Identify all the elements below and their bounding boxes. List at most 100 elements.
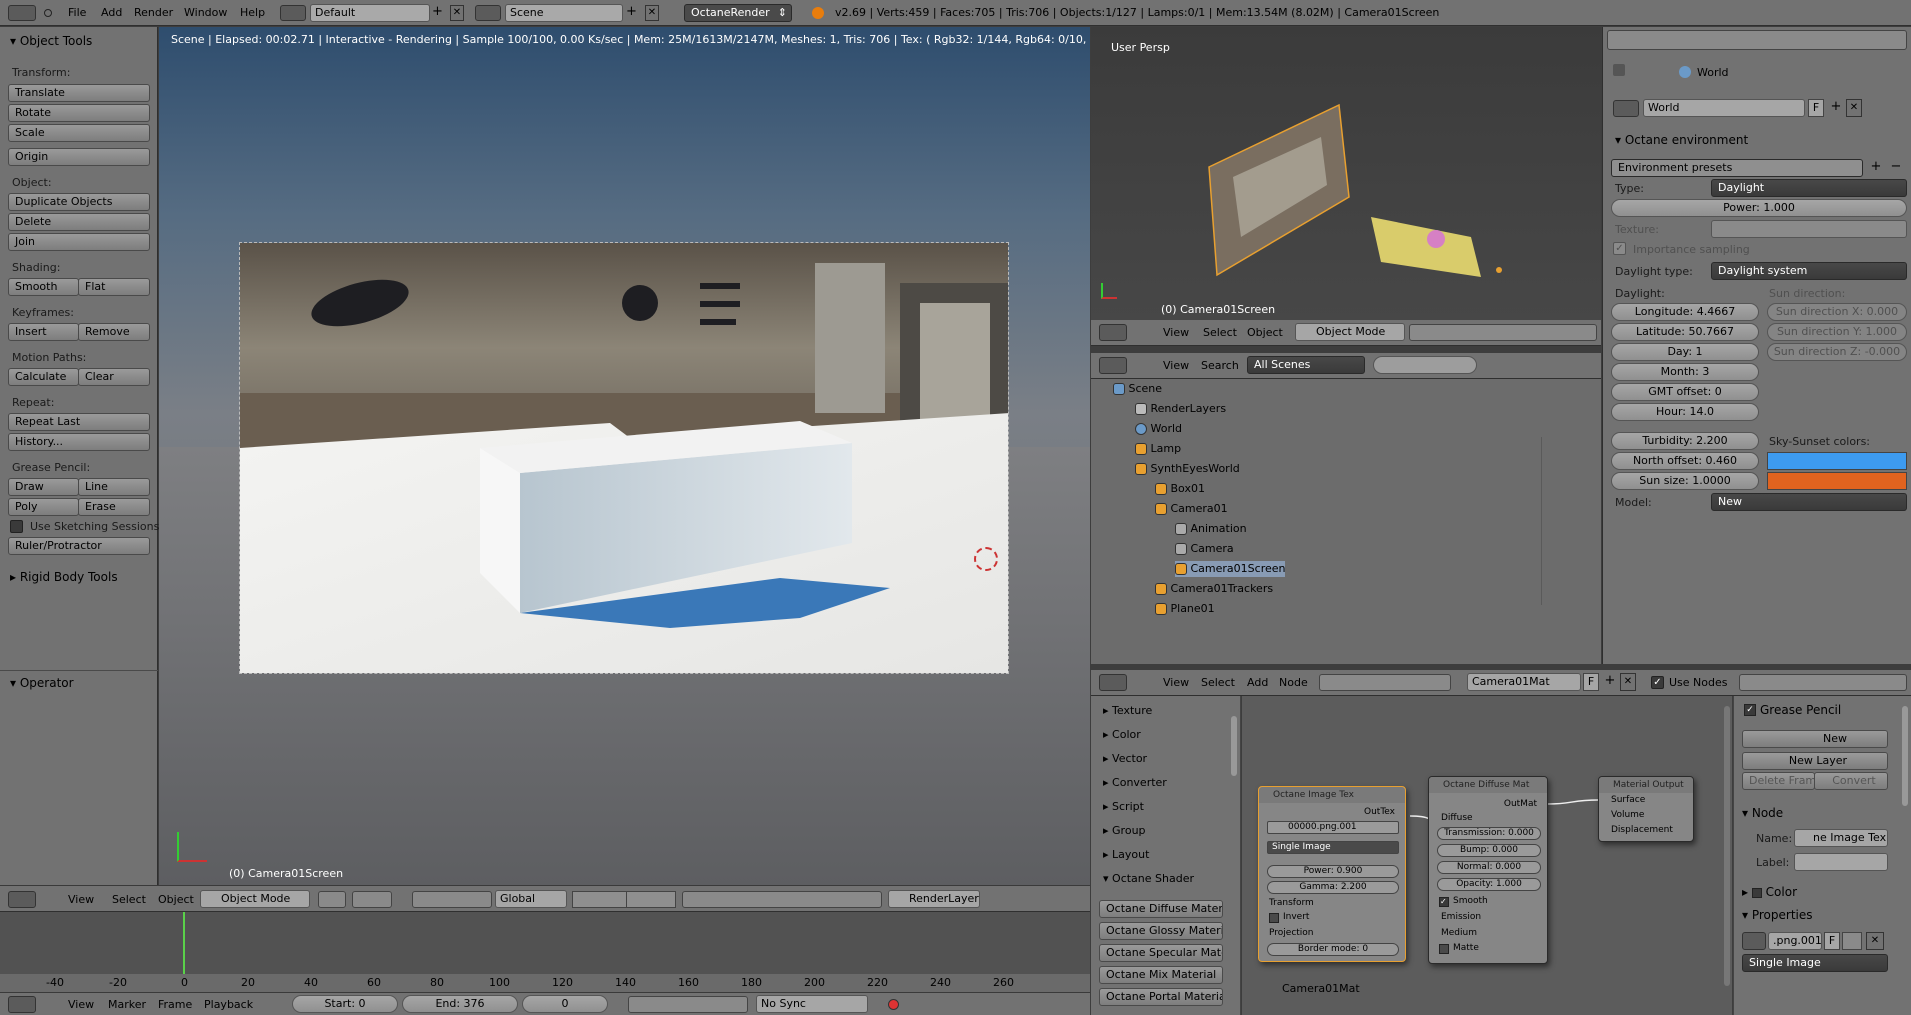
bump-field[interactable]: Bump: 0.000	[1437, 844, 1541, 857]
octane-diffuse-button[interactable]: Octane Diffuse Material	[1099, 900, 1223, 918]
image-mode-dropdown[interactable]: Single Image	[1742, 954, 1888, 972]
scale-button[interactable]: Scale	[8, 124, 150, 142]
cursor-3d-icon[interactable]	[974, 547, 998, 571]
outliner-item-syntheyesworld[interactable]: SynthEyesWorld	[1135, 461, 1240, 477]
border-mode-field[interactable]: Border mode: 0	[1267, 943, 1399, 956]
material-fake-user[interactable]: F	[1583, 673, 1599, 691]
start-frame-field[interactable]: Start: 0	[292, 995, 398, 1013]
pivot-icon[interactable]	[352, 891, 392, 908]
persp-menu-select[interactable]: Select	[1203, 326, 1237, 339]
menu-select[interactable]: Select	[112, 893, 146, 906]
sky-color-swatch[interactable]	[1767, 452, 1907, 470]
day-field[interactable]: Day: 1	[1611, 343, 1759, 361]
ruler-button[interactable]: Ruler/Protractor	[8, 537, 150, 555]
layers-grid-2[interactable]	[626, 891, 676, 908]
remove-keyframe-button[interactable]: Remove	[78, 323, 150, 341]
manipulator-icon[interactable]	[412, 891, 492, 908]
outliner-item-renderlayers[interactable]: RenderLayers	[1135, 401, 1226, 417]
outliner-item-scene[interactable]: Scene	[1113, 381, 1162, 397]
image-mode-select[interactable]: Single Image	[1267, 841, 1399, 854]
texture-field[interactable]	[1711, 220, 1907, 238]
editor-type-icon[interactable]	[8, 891, 36, 908]
category-color[interactable]: ▸ Color	[1103, 728, 1141, 741]
node-name-field[interactable]: ne Image Tex	[1794, 829, 1888, 847]
layout-icon[interactable]	[280, 5, 306, 21]
node-section-header[interactable]: ▾ Node	[1742, 806, 1783, 820]
node-menu-node[interactable]: Node	[1279, 676, 1308, 689]
erase-button[interactable]: Erase	[78, 498, 150, 516]
material-unlink-icon[interactable]: ✕	[1620, 673, 1636, 691]
category-vector[interactable]: ▸ Vector	[1103, 752, 1147, 765]
add-preset-icon[interactable]: +	[1867, 159, 1885, 177]
world-datablock-icon[interactable]	[1613, 100, 1639, 117]
node-menu-add[interactable]: Add	[1247, 676, 1268, 689]
octane-glossy-button[interactable]: Octane Glossy Material	[1099, 922, 1223, 940]
image-file-name-field[interactable]: .png.001	[1768, 932, 1822, 950]
outliner-search-input[interactable]	[1373, 356, 1477, 374]
add-scene-icon[interactable]: +	[626, 5, 640, 21]
renderlayer-field[interactable]: RenderLayer	[888, 890, 980, 908]
power-node-field[interactable]: Power: 0.900	[1267, 865, 1399, 878]
grease-new-button[interactable]: New	[1742, 730, 1888, 748]
remove-preset-icon[interactable]: −	[1887, 159, 1905, 177]
history-button[interactable]: History...	[8, 433, 150, 451]
shading-icon[interactable]	[318, 891, 346, 908]
close-scene-icon[interactable]: ✕	[645, 5, 659, 21]
outliner-item-world[interactable]: World	[1135, 421, 1182, 437]
type-select[interactable]: Daylight	[1711, 179, 1907, 197]
menu-object[interactable]: Object	[158, 893, 194, 906]
image-fake-user[interactable]: F	[1824, 932, 1840, 950]
timeline-playhead[interactable]	[183, 912, 185, 974]
outliner-item-lamp[interactable]: Lamp	[1135, 441, 1181, 457]
outliner-editor-icon[interactable]	[1099, 357, 1127, 374]
render-tools-icons[interactable]	[682, 891, 882, 908]
menu-window[interactable]: Window	[184, 6, 227, 19]
node-tools-icons[interactable]	[1739, 674, 1907, 691]
end-frame-field[interactable]: End: 376	[402, 995, 518, 1013]
add-world-icon[interactable]: +	[1828, 99, 1844, 117]
category-texture[interactable]: ▸ Texture	[1103, 704, 1152, 717]
material-add-icon[interactable]: +	[1602, 673, 1618, 691]
sun-size-field[interactable]: Sun size: 1.0000	[1611, 472, 1759, 490]
invert-checkbox[interactable]	[1269, 913, 1279, 923]
calculate-button[interactable]: Calculate	[8, 368, 79, 386]
outliner-filter-select[interactable]: All Scenes	[1247, 356, 1365, 374]
image-file-field[interactable]: 00000.png.001	[1267, 821, 1399, 834]
add-layout-icon[interactable]: +	[432, 5, 446, 21]
timeline-menu-view[interactable]: View	[68, 998, 94, 1011]
pin-icon[interactable]	[1613, 64, 1625, 76]
outliner-tree[interactable]: Scene RenderLayers World Lamp SynthEyesW…	[1091, 379, 1601, 664]
persp-menu-object[interactable]: Object	[1247, 326, 1283, 339]
category-group[interactable]: ▸ Group	[1103, 824, 1146, 837]
flat-button[interactable]: Flat	[78, 278, 150, 296]
octane-image-tex-node[interactable]: Octane Image Tex OutTex 00000.png.001 Si…	[1258, 786, 1406, 962]
menu-help[interactable]: Help	[240, 6, 265, 19]
node-type-icons[interactable]	[1319, 674, 1451, 691]
outliner-menu-search[interactable]: Search	[1201, 359, 1239, 372]
environment-presets-select[interactable]: Environment presets	[1611, 159, 1863, 177]
timeline-menu-playback[interactable]: Playback	[204, 998, 253, 1011]
octane-environment-header[interactable]: ▾ Octane environment	[1615, 133, 1748, 147]
model-select[interactable]: New	[1711, 493, 1907, 511]
node-toolshelf-scrollbar[interactable]	[1231, 716, 1237, 776]
record-icon[interactable]	[888, 999, 899, 1010]
power-field[interactable]: Power: 1.000	[1611, 199, 1907, 217]
daylight-type-select[interactable]: Daylight system	[1711, 262, 1907, 280]
menu-add[interactable]: Add	[101, 6, 122, 19]
outliner-item-plane01[interactable]: Plane01	[1155, 601, 1215, 617]
category-layout[interactable]: ▸ Layout	[1103, 848, 1149, 861]
longitude-field[interactable]: Longitude: 4.4667	[1611, 303, 1759, 321]
line-button[interactable]: Line	[78, 478, 150, 496]
node-menu-view[interactable]: View	[1163, 676, 1189, 689]
join-button[interactable]: Join	[8, 233, 150, 251]
poly-button[interactable]: Poly	[8, 498, 79, 516]
layout-field[interactable]: Default	[310, 4, 430, 22]
category-octane-shader[interactable]: ▾ Octane Shader	[1103, 872, 1194, 885]
persp-editor-icon[interactable]	[1099, 324, 1127, 341]
image-browse-icon[interactable]	[1742, 932, 1766, 950]
latitude-field[interactable]: Latitude: 50.7667	[1611, 323, 1759, 341]
material-output-node[interactable]: Material Output Surface Volume Displacem…	[1598, 776, 1694, 842]
node-canvas[interactable]: Octane Image Tex OutTex 00000.png.001 Si…	[1242, 696, 1732, 1015]
octane-mix-button[interactable]: Octane Mix Material	[1099, 966, 1223, 984]
normal-field[interactable]: Normal: 0.000	[1437, 861, 1541, 874]
